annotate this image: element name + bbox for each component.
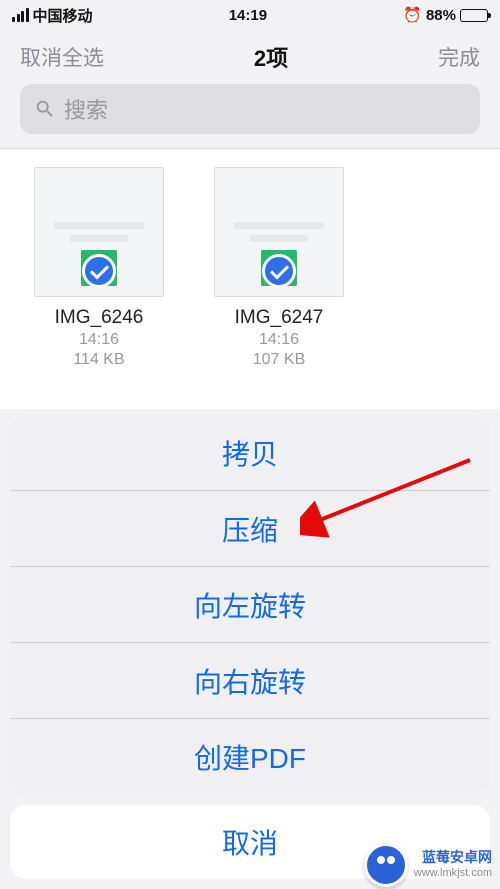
search-placeholder: 搜索 xyxy=(64,93,108,125)
rotate-right-action[interactable]: 向右旋转 xyxy=(10,643,490,719)
alarm-icon: ⏰ xyxy=(403,6,422,24)
watermark-text: 蓝莓安卓网 www.lmkjst.com xyxy=(414,849,492,881)
search-icon xyxy=(34,98,56,120)
file-thumbnail xyxy=(214,167,344,297)
watermark: 蓝莓安卓网 www.lmkjst.com xyxy=(364,843,492,887)
file-time: 14:16 xyxy=(214,331,344,349)
status-bar: 中国移动 14:19 ⏰ 88% xyxy=(0,0,500,30)
carrier-label: 中国移动 xyxy=(33,5,93,26)
file-name: IMG_6247 xyxy=(214,307,344,329)
watermark-logo-icon xyxy=(364,843,408,887)
status-right: ⏰ 88% xyxy=(403,6,488,24)
page-title: 2项 xyxy=(254,41,288,73)
action-sheet-group: 拷贝 压缩 向左旋转 向右旋转 创建PDF xyxy=(10,415,490,795)
file-name: IMG_6246 xyxy=(34,307,164,329)
done-button[interactable]: 完成 xyxy=(438,42,480,72)
copy-action[interactable]: 拷贝 xyxy=(10,415,490,491)
rotate-left-action[interactable]: 向左旋转 xyxy=(10,567,490,643)
file-size: 107 KB xyxy=(214,351,344,369)
selected-check-icon xyxy=(82,254,116,288)
deselect-all-button[interactable]: 取消全选 xyxy=(20,42,104,72)
battery-pct: 88% xyxy=(426,7,456,24)
status-time: 14:19 xyxy=(229,7,267,24)
compress-action[interactable]: 压缩 xyxy=(10,491,490,567)
file-size: 114 KB xyxy=(34,351,164,369)
file-grid: IMG_6246 14:16 114 KB IMG_6247 14:16 107… xyxy=(0,149,500,409)
search-input[interactable]: 搜索 xyxy=(20,84,480,134)
file-time: 14:16 xyxy=(34,331,164,349)
status-left: 中国移动 xyxy=(12,5,93,26)
search-wrap: 搜索 xyxy=(0,84,500,148)
file-item[interactable]: IMG_6246 14:16 114 KB xyxy=(34,167,164,391)
battery-icon xyxy=(460,9,488,22)
nav-bar: 取消全选 2项 完成 xyxy=(0,30,500,84)
selected-check-icon xyxy=(262,254,296,288)
create-pdf-action[interactable]: 创建PDF xyxy=(10,719,490,795)
signal-icon xyxy=(12,8,29,22)
file-item[interactable]: IMG_6247 14:16 107 KB xyxy=(214,167,344,391)
file-thumbnail xyxy=(34,167,164,297)
action-sheet: 拷贝 压缩 向左旋转 向右旋转 创建PDF 取消 xyxy=(10,415,490,879)
